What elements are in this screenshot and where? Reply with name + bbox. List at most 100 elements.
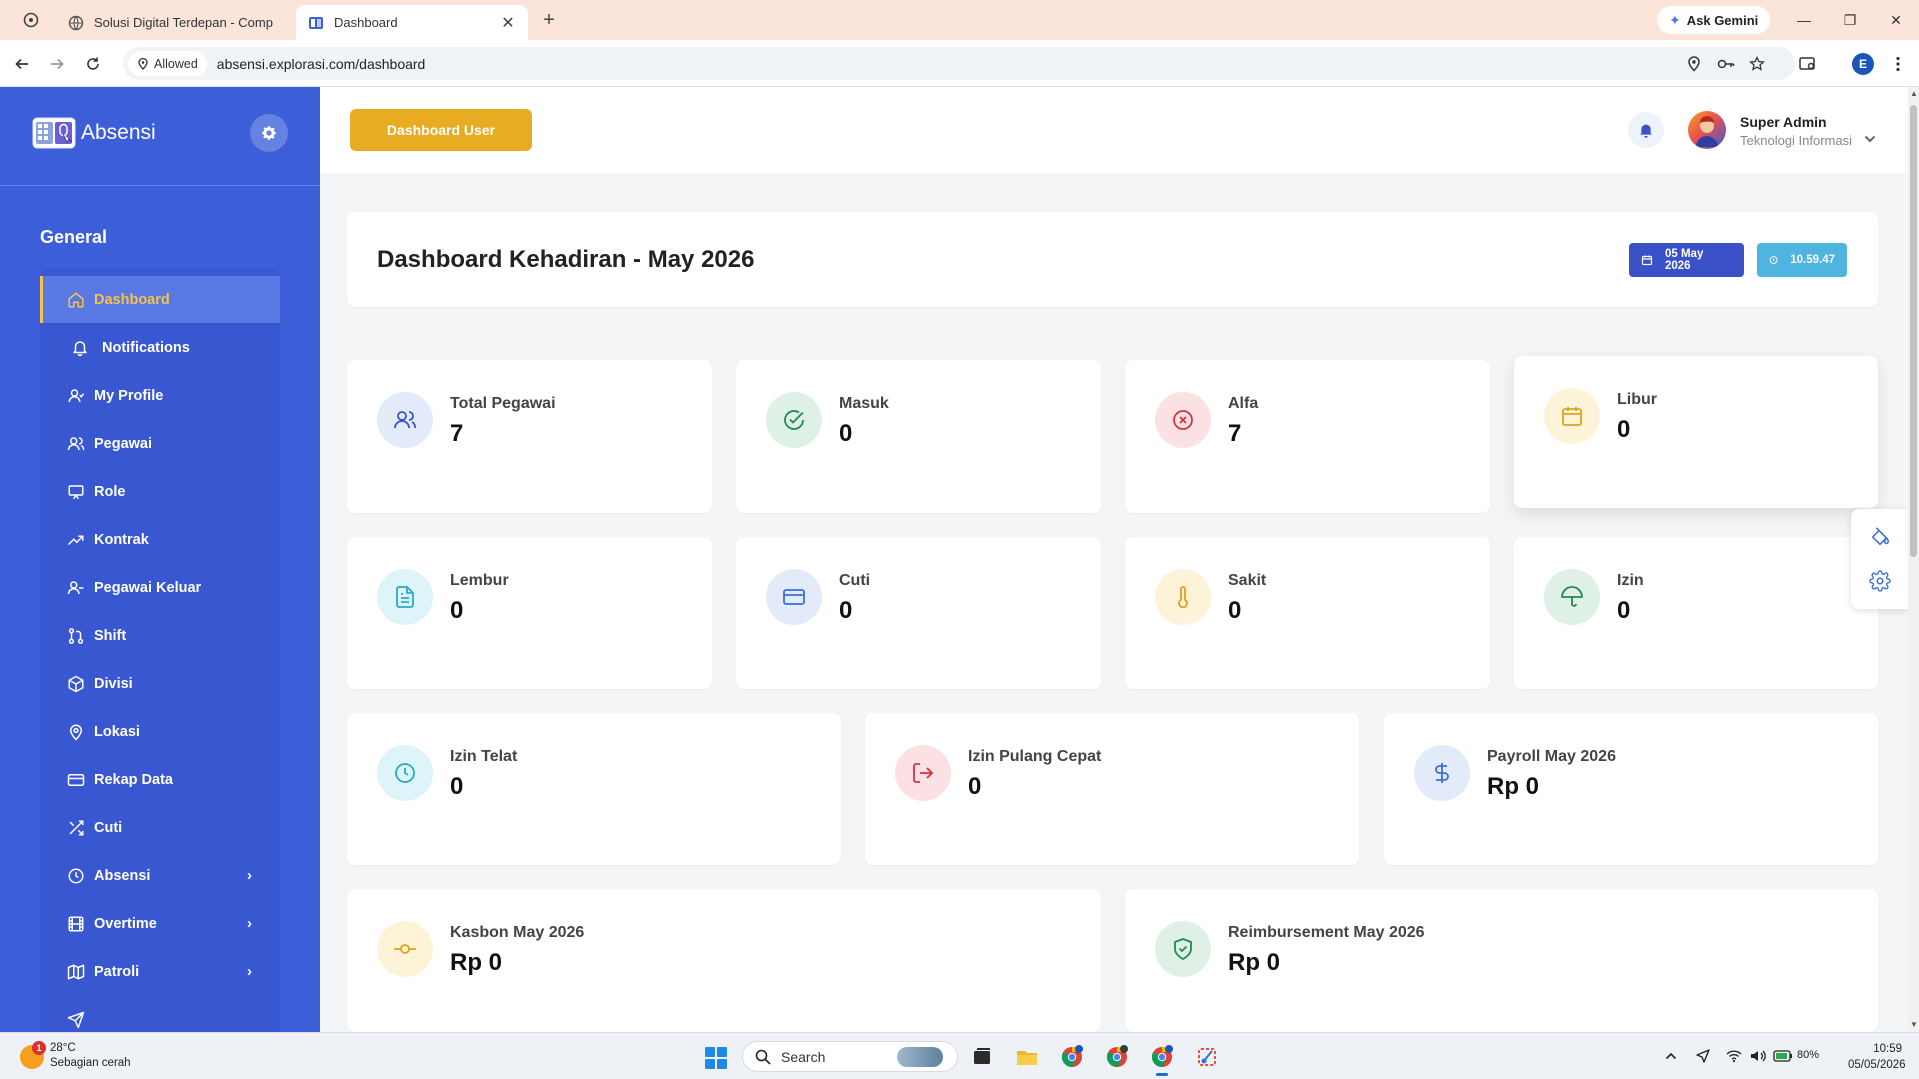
paint-bucket-icon[interactable]: [1868, 525, 1892, 549]
reload-button[interactable]: [81, 52, 105, 76]
sidebar-item-role[interactable]: Role: [40, 468, 280, 515]
stat-card-izin[interactable]: Izin 0: [1514, 537, 1878, 689]
chevron-down-icon[interactable]: [1864, 131, 1876, 149]
file-explorer-icon[interactable]: [1012, 1042, 1042, 1072]
sidebar-item-rekap-data[interactable]: Rekap Data: [40, 756, 280, 803]
location-icon[interactable]: [1683, 53, 1705, 75]
sidebar-item-absensi[interactable]: Absensi ›: [40, 852, 280, 899]
permission-label: Allowed: [154, 56, 198, 71]
browser-menu-icon[interactable]: [1886, 52, 1910, 76]
sidebar-item-shift[interactable]: Shift: [40, 612, 280, 659]
weather-widget[interactable]: 1 28°C Sebagian cerah: [20, 1041, 131, 1071]
stat-label: Kasbon May 2026: [450, 924, 585, 941]
restore-window-button[interactable]: ❐: [1838, 8, 1862, 32]
gear-icon: [262, 126, 277, 140]
sidebar-item-overtime[interactable]: Overtime ›: [40, 900, 280, 947]
start-button[interactable]: [705, 1047, 727, 1069]
gear-icon[interactable]: [1868, 569, 1892, 593]
stat-card-cuti[interactable]: Cuti 0: [736, 537, 1101, 689]
stat-card-lembur[interactable]: Lembur 0: [347, 537, 712, 689]
chrome-profile-e-icon[interactable]: [1147, 1042, 1177, 1076]
chrome-icon[interactable]: [1102, 1042, 1132, 1072]
close-window-button[interactable]: ✕: [1884, 8, 1908, 32]
dashboard-user-button[interactable]: Dashboard User: [350, 109, 532, 151]
location-pin-icon: [138, 57, 148, 70]
close-tab-icon[interactable]: ✕: [500, 13, 516, 33]
tab-dashboard[interactable]: Dashboard ✕: [296, 5, 528, 40]
snipping-tool-icon[interactable]: [1192, 1042, 1222, 1072]
task-view-icon[interactable]: [967, 1042, 997, 1072]
volume-icon[interactable]: [1748, 1046, 1768, 1066]
stat-label: Payroll May 2026: [1487, 748, 1616, 765]
stat-card-sakit[interactable]: Sakit 0: [1125, 537, 1490, 689]
sidebar-item-pegawai[interactable]: Pegawai: [40, 420, 280, 467]
ask-gemini-button[interactable]: ✦ Ask Gemini: [1657, 6, 1771, 34]
sidebar-item-divisi[interactable]: Divisi: [40, 660, 280, 707]
sidebar-menu: Dashboard Notifications My Profile Pegaw…: [40, 269, 280, 1032]
browser-profile-avatar[interactable]: E: [1852, 53, 1874, 75]
sidebar-item-kontrak[interactable]: Kontrak: [40, 516, 280, 563]
sidebar-item-cuti[interactable]: Cuti: [40, 804, 280, 851]
sidebar-item-label: Cuti: [94, 819, 123, 836]
sidebar-item-patroli[interactable]: Patroli ›: [40, 948, 280, 995]
wifi-icon[interactable]: [1724, 1046, 1744, 1066]
location-arrow-icon[interactable]: [1693, 1046, 1713, 1066]
battery-charging-icon[interactable]: [1773, 1046, 1793, 1066]
url-text[interactable]: absensi.explorasi.com/dashboard: [217, 56, 426, 72]
sidebar-item-notifications[interactable]: Notifications: [40, 324, 280, 371]
stat-card-payroll[interactable]: Payroll May 2026 Rp 0: [1384, 713, 1878, 865]
app-logo-icon[interactable]: [32, 114, 76, 150]
sidebar-settings-button[interactable]: [250, 114, 288, 152]
sidebar-item-pegawai-keluar[interactable]: Pegawai Keluar: [40, 564, 280, 611]
scrollbar-thumb[interactable]: [1910, 105, 1917, 557]
chevron-right-icon: ›: [247, 915, 252, 932]
sidebar-item-dashboard[interactable]: Dashboard: [40, 276, 280, 323]
stat-label: Lembur: [450, 572, 509, 589]
stat-label: Sakit: [1228, 572, 1267, 589]
stat-label: Izin Pulang Cepat: [968, 748, 1102, 765]
sidebar-item-partial[interactable]: [40, 996, 280, 1032]
site-permission-chip[interactable]: Allowed: [128, 51, 207, 76]
chrome-profile-d-icon[interactable]: [1057, 1042, 1087, 1072]
trending-up-icon: [66, 530, 86, 550]
forward-button[interactable]: [45, 52, 69, 76]
stat-label: Cuti: [839, 572, 871, 589]
sidebar-item-lokasi[interactable]: Lokasi: [40, 708, 280, 755]
stat-value: 0: [968, 773, 982, 800]
minimize-window-button[interactable]: —: [1792, 8, 1816, 32]
stat-card-masuk[interactable]: Masuk 0: [736, 360, 1101, 513]
back-button[interactable]: [10, 52, 34, 76]
scroll-up-arrow-icon[interactable]: ▲: [1910, 89, 1918, 98]
taskbar-search-box[interactable]: Search: [742, 1041, 958, 1072]
umbrella-icon: [1544, 569, 1600, 625]
notifications-button[interactable]: [1628, 112, 1664, 148]
system-clock[interactable]: 10:59 05/05/2026: [1848, 1041, 1906, 1073]
stat-card-reimbursement[interactable]: Reimbursement May 2026 Rp 0: [1125, 889, 1878, 1032]
omnibox[interactable]: Allowed absensi.explorasi.com/dashboard: [123, 47, 1795, 80]
stat-card-alfa[interactable]: Alfa 7: [1125, 360, 1490, 513]
tab-search-icon[interactable]: [20, 9, 42, 31]
shuffle-icon: [66, 818, 86, 838]
tab-solusi-digital[interactable]: Solusi Digital Terdepan - Comp: [56, 5, 292, 40]
stat-card-libur[interactable]: Libur 0: [1514, 356, 1878, 508]
stat-card-total-pegawai[interactable]: Total Pegawai 7: [347, 360, 712, 513]
map-pin-icon: [66, 722, 86, 742]
stat-card-kasbon[interactable]: Kasbon May 2026 Rp 0: [347, 889, 1101, 1032]
password-key-icon[interactable]: [1715, 53, 1737, 75]
stat-card-izin-telat[interactable]: Izin Telat 0: [347, 713, 841, 865]
scroll-down-arrow-icon[interactable]: ▼: [1910, 1020, 1918, 1029]
bookmark-star-icon[interactable]: [1746, 53, 1768, 75]
page-scrollbar[interactable]: ▲ ▼: [1908, 87, 1919, 1032]
sidebar-item-label: Pegawai: [94, 435, 153, 452]
stat-value: Rp 0: [1228, 949, 1281, 976]
tab-search-sidepanel-icon[interactable]: [1796, 52, 1820, 76]
date-badge: 05 May 2026: [1629, 243, 1744, 277]
battery-percentage: 80%: [1797, 1049, 1820, 1061]
show-hidden-icons-chevron-icon[interactable]: [1661, 1046, 1681, 1066]
stat-card-izin-pulang-cepat[interactable]: Izin Pulang Cepat 0: [865, 713, 1359, 865]
sidebar-item-my-profile[interactable]: My Profile: [40, 372, 280, 419]
user-avatar[interactable]: [1688, 111, 1726, 149]
shield-check-icon: [1155, 921, 1211, 977]
new-tab-button[interactable]: +: [538, 9, 560, 31]
user-minus-icon: [66, 578, 86, 598]
